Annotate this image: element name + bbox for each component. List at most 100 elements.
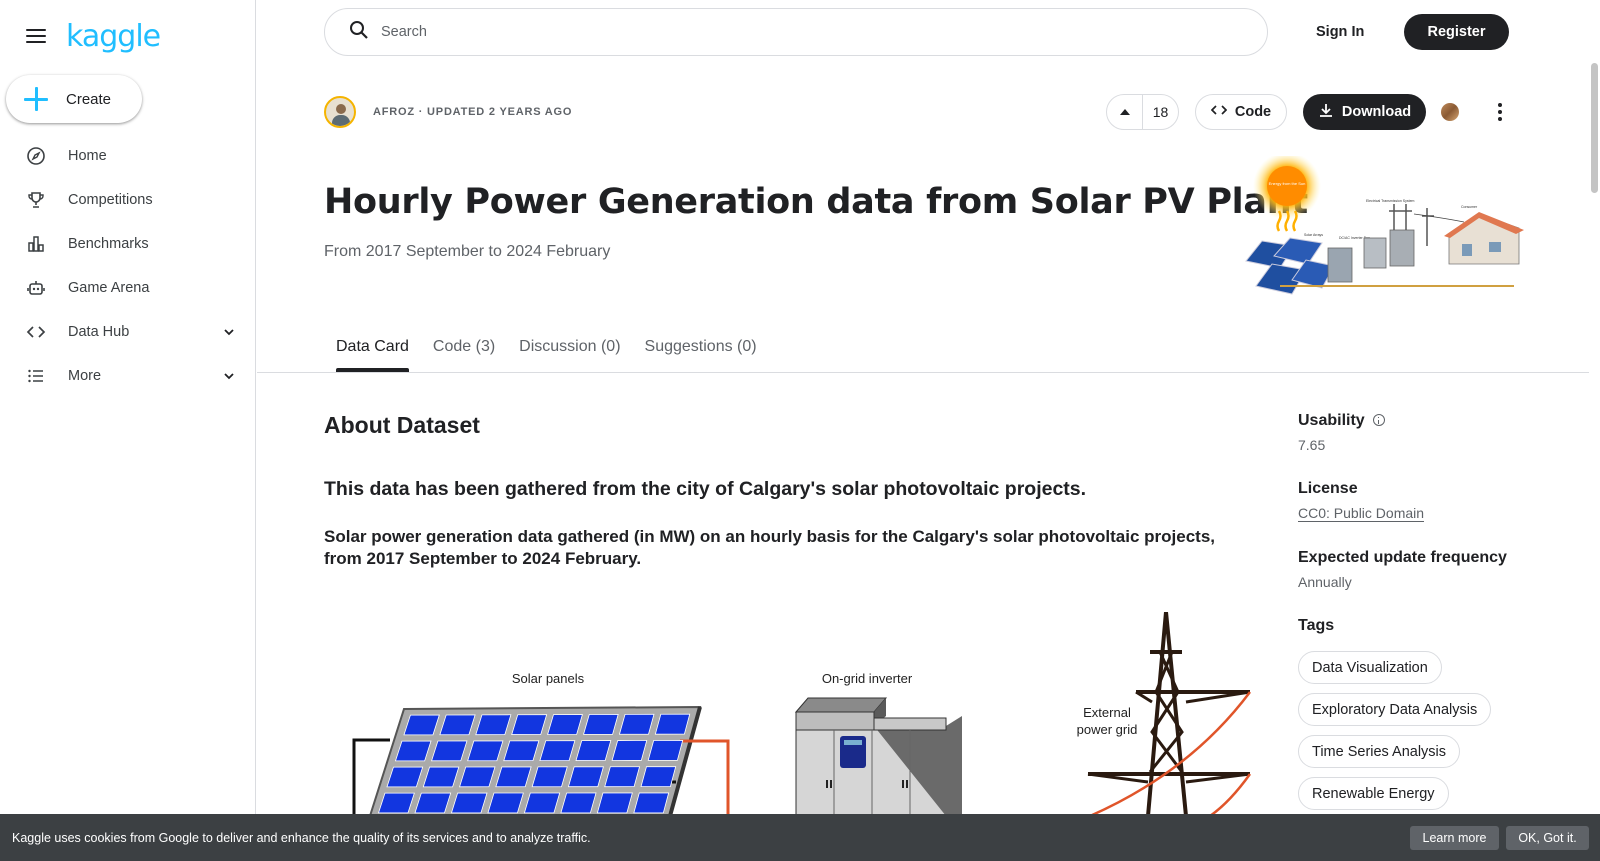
- sidebar-item-more[interactable]: More: [0, 354, 256, 398]
- sidebar-item-data-hub[interactable]: Data Hub: [0, 310, 256, 354]
- sidebar-item-label: Home: [68, 148, 107, 164]
- solar-cell: [547, 714, 583, 735]
- consumer-house: [1444, 212, 1524, 265]
- solar-cell: [475, 714, 512, 736]
- usability-heading: Usability: [1298, 412, 1385, 430]
- chevron-down-icon[interactable]: [222, 369, 236, 383]
- solar-cell: [459, 766, 496, 788]
- menu-icon[interactable]: [24, 24, 48, 48]
- tag-chip[interactable]: Exploratory Data Analysis: [1298, 693, 1492, 726]
- accept-cookies-button[interactable]: OK, Got it.: [1506, 826, 1589, 850]
- solar-cell: [439, 714, 476, 736]
- solar-cell: [647, 740, 684, 761]
- scrollbar-thumb[interactable]: [1591, 63, 1598, 193]
- solar-cell: [431, 740, 468, 762]
- code-icon: [26, 322, 46, 342]
- arrays-label: Solar Arrays: [1304, 233, 1323, 237]
- search-input[interactable]: [381, 24, 1181, 40]
- license-section: License CC0: Public Domain: [1298, 480, 1425, 522]
- kaggle-logo[interactable]: kaggle: [66, 19, 161, 54]
- chevron-down-icon[interactable]: [222, 325, 236, 339]
- tags-section: Tags: [1298, 617, 1334, 635]
- arrow-up-icon: [1119, 109, 1130, 115]
- sidebar: kaggle Create Home Competitions Benchmar…: [0, 0, 256, 861]
- search-bar[interactable]: [324, 8, 1268, 56]
- create-label: Create: [66, 90, 112, 108]
- learn-more-button[interactable]: Learn more: [1410, 826, 1499, 850]
- header-image: Energy from the Sun Solar Arrays DC/AC I…: [1245, 156, 1524, 295]
- tab-code[interactable]: Code (3): [433, 330, 495, 372]
- search-icon: [349, 20, 369, 45]
- robot-icon: [26, 278, 46, 298]
- diagram-grid-label-2: power grid: [1077, 722, 1138, 737]
- sidebar-item-label: Competitions: [68, 192, 153, 208]
- bar-chart-icon: [26, 234, 46, 254]
- sidebar-nav: Home Competitions Benchmarks Game Arena …: [0, 134, 256, 398]
- tag-chip[interactable]: Time Series Analysis: [1298, 735, 1461, 768]
- sun: [1267, 166, 1307, 206]
- tab-discussion[interactable]: Discussion (0): [519, 330, 620, 372]
- solar-cell: [575, 740, 612, 761]
- code-icon: [1210, 102, 1228, 122]
- solar-cell: [450, 792, 488, 814]
- author-row: AFROZ · UPDATED 2 YEARS AGO: [324, 96, 572, 128]
- tab-suggestions[interactable]: Suggestions (0): [645, 330, 757, 372]
- sidebar-item-game-arena[interactable]: Game Arena: [0, 266, 256, 310]
- diagram-inverter-label: On-grid inverter: [822, 671, 913, 686]
- solar-cell: [654, 713, 691, 735]
- avatar[interactable]: [324, 96, 356, 128]
- sidebar-item-label: Benchmarks: [68, 236, 149, 252]
- diagram-grid-label-1: External: [1083, 705, 1131, 720]
- bronze-medal-icon[interactable]: [1441, 103, 1459, 121]
- license-heading: License: [1298, 480, 1358, 497]
- solar-cell: [503, 740, 540, 762]
- upvote-widget: 18: [1106, 94, 1179, 130]
- solar-cell: [640, 766, 677, 788]
- solar-cell: [523, 792, 561, 814]
- solar-cell: [583, 714, 619, 735]
- tag-list: Data Visualization Exploratory Data Anal…: [1298, 651, 1492, 819]
- code-button[interactable]: Code: [1195, 94, 1287, 130]
- sidebar-item-label: Data Hub: [68, 324, 130, 340]
- upvote-count: 18: [1152, 104, 1169, 120]
- page-title: Hourly Power Generation data from Solar …: [324, 182, 1308, 222]
- frequency-value: Annually: [1298, 574, 1352, 590]
- download-button[interactable]: Download: [1303, 94, 1426, 130]
- solar-cell: [394, 740, 432, 762]
- scrollbar[interactable]: [1589, 0, 1600, 861]
- solar-cell: [596, 792, 633, 814]
- tags-heading: Tags: [1298, 617, 1335, 634]
- sign-in-button[interactable]: Sign In: [1300, 14, 1380, 50]
- list-icon: [26, 366, 46, 386]
- register-button[interactable]: Register: [1404, 14, 1509, 50]
- solar-cell: [611, 740, 648, 761]
- consumer-label: Consumer: [1461, 205, 1478, 209]
- create-button[interactable]: Create: [6, 75, 142, 123]
- frequency-heading: Expected update frequency: [1298, 549, 1507, 566]
- tag-chip[interactable]: Renewable Energy: [1298, 777, 1449, 810]
- more-options-icon[interactable]: [1490, 100, 1510, 124]
- author-updated-text[interactable]: AFROZ · UPDATED 2 YEARS AGO: [373, 106, 572, 118]
- sidebar-header: kaggle: [24, 16, 161, 56]
- tag-chip[interactable]: Data Visualization: [1298, 651, 1442, 684]
- info-icon[interactable]: [1372, 414, 1385, 426]
- compass-icon: [26, 146, 46, 166]
- solar-cell: [377, 792, 415, 814]
- solar-cell: [567, 766, 604, 788]
- sidebar-item-competitions[interactable]: Competitions: [0, 178, 256, 222]
- diagram-panels-label: Solar panels: [512, 671, 585, 686]
- cookie-text: Kaggle uses cookies from Google to deliv…: [12, 830, 591, 845]
- trophy-icon: [26, 190, 46, 210]
- tab-data-card[interactable]: Data Card: [336, 330, 409, 372]
- sidebar-item-label: More: [68, 368, 102, 384]
- solar-cell: [414, 792, 452, 814]
- frequency-section: Expected update frequency Annually: [1298, 549, 1507, 590]
- about-paragraph-2: Solar power generation data gathered (in…: [324, 527, 1216, 569]
- license-link[interactable]: CC0: Public Domain: [1298, 505, 1425, 522]
- solar-cell: [604, 766, 641, 788]
- upvote-button[interactable]: [1107, 95, 1143, 129]
- sidebar-item-benchmarks[interactable]: Benchmarks: [0, 222, 256, 266]
- on-grid-inverter: [794, 697, 962, 816]
- about-paragraph-1: This data has been gathered from the cit…: [324, 478, 1087, 500]
- sidebar-item-home[interactable]: Home: [0, 134, 256, 178]
